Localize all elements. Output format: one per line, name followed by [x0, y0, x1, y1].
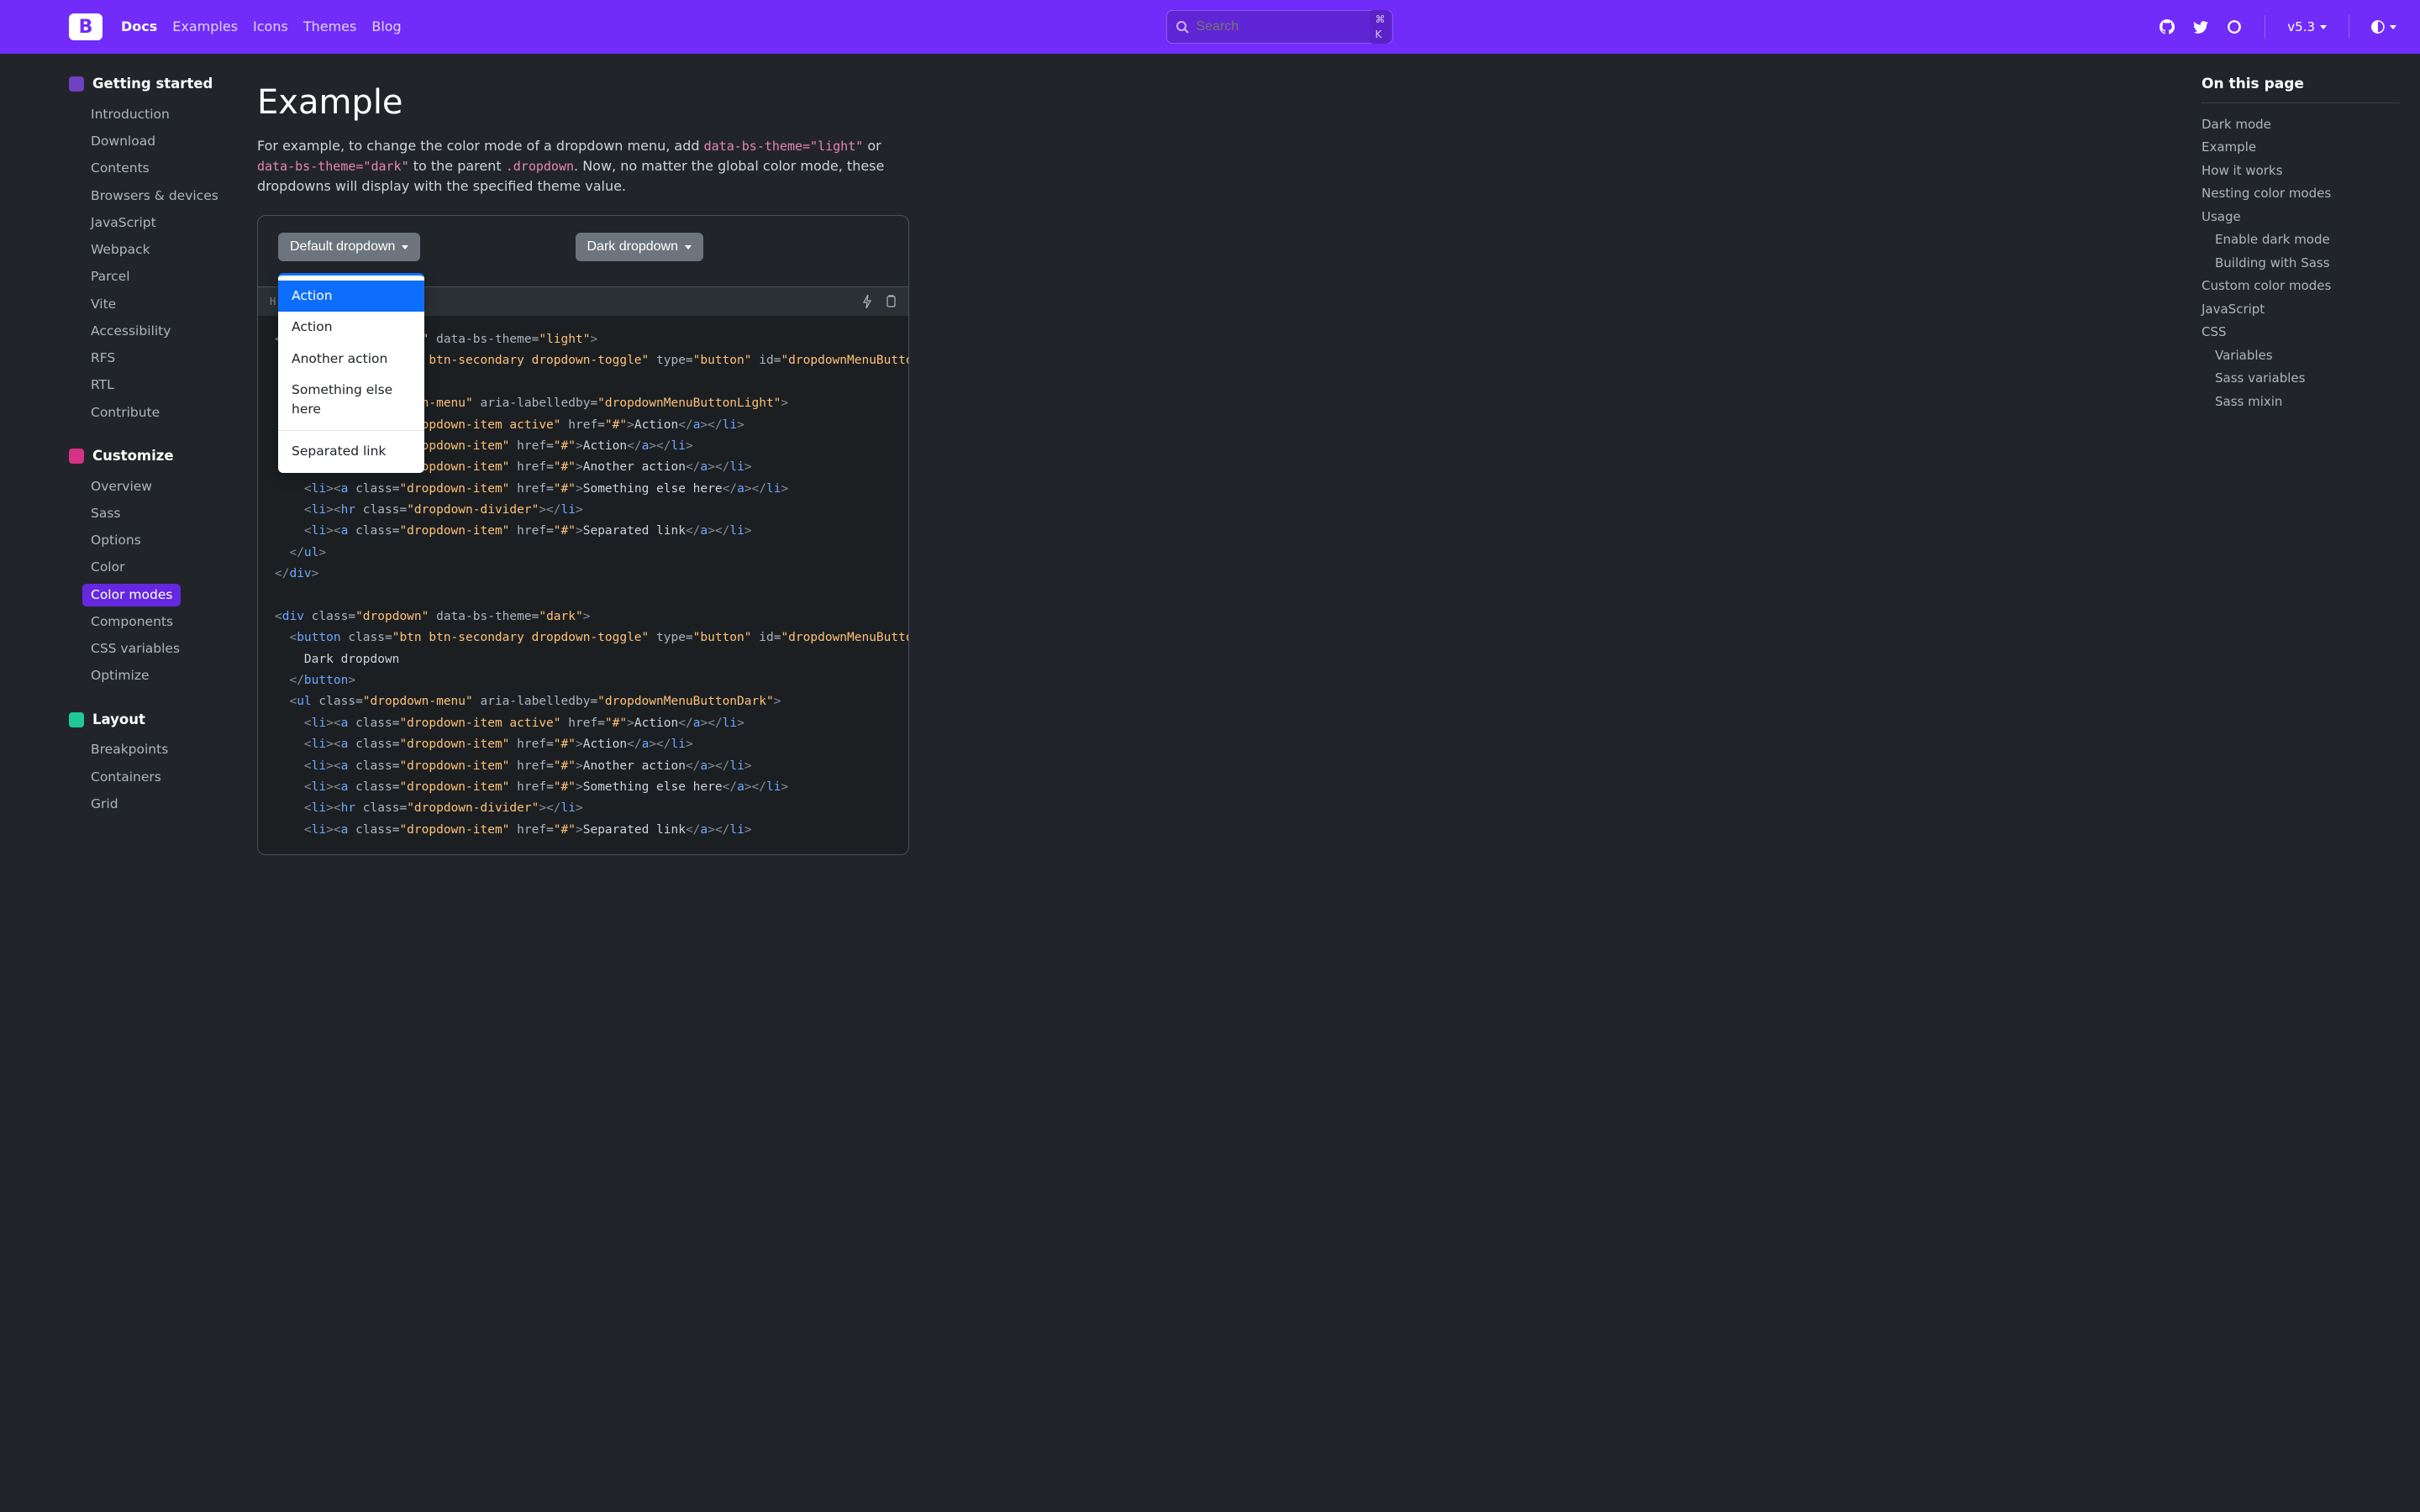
search-icon — [1176, 20, 1189, 34]
lightning-icon[interactable] — [861, 295, 873, 308]
sidebar-item-css-variables[interactable]: CSS variables — [82, 638, 188, 660]
sidebar-item-grid[interactable]: Grid — [82, 793, 127, 816]
toc-link[interactable]: Sass mixin — [2215, 394, 2282, 409]
version-dropdown[interactable]: v5.3 — [2287, 18, 2327, 37]
sidebar-item-color-modes[interactable]: Color modes — [82, 584, 181, 606]
chevron-down-icon — [402, 245, 408, 249]
sidebar-item-vite[interactable]: Vite — [82, 293, 124, 316]
toc-link[interactable]: CSS — [2202, 324, 2227, 339]
section-icon — [69, 449, 84, 464]
section-icon — [69, 712, 84, 727]
example-card: Default dropdown ActionActionAnother act… — [257, 215, 909, 855]
page-title: Example — [257, 77, 909, 128]
toc-link[interactable]: Nesting color modes — [2202, 186, 2331, 201]
toc-link[interactable]: Sass variables — [2215, 370, 2305, 386]
toc-link[interactable]: Dark mode — [2202, 117, 2271, 132]
sidebar-item-accessibility[interactable]: Accessibility — [82, 320, 179, 343]
primary-nav: Docs Examples Icons Themes Blog — [121, 17, 402, 37]
search-box[interactable]: ⌘ K — [1166, 10, 1393, 44]
sidebar-item-download[interactable]: Download — [82, 130, 164, 153]
nav-link-themes[interactable]: Themes — [303, 17, 357, 37]
sidebar-item-webpack[interactable]: Webpack — [82, 239, 159, 261]
dropdown-item[interactable]: Another action — [278, 344, 424, 375]
clipboard-icon[interactable] — [885, 295, 897, 308]
nav-link-icons[interactable]: Icons — [253, 17, 288, 37]
sidebar-item-overview[interactable]: Overview — [82, 475, 160, 498]
top-navbar: B Docs Examples Icons Themes Blog ⌘ K v5.3 — [0, 0, 2420, 54]
chevron-down-icon — [2390, 25, 2396, 29]
toc-link[interactable]: Variables — [2215, 348, 2273, 363]
toc-link[interactable]: Custom color modes — [2202, 278, 2331, 293]
dark-dropdown-button[interactable]: Dark dropdown — [576, 233, 704, 261]
sidebar-heading[interactable]: Getting started — [69, 74, 252, 95]
toc-link[interactable]: Example — [2202, 139, 2256, 155]
toc-link[interactable]: How it works — [2202, 163, 2282, 178]
sidebar-item-introduction[interactable]: Introduction — [82, 103, 178, 126]
inline-code: data-bs-theme="dark" — [257, 159, 409, 174]
half-circle-icon — [2371, 20, 2385, 34]
search-input[interactable] — [1196, 19, 1370, 34]
toc-link[interactable]: JavaScript — [2202, 302, 2265, 317]
sidebar-item-options[interactable]: Options — [82, 529, 150, 552]
code-label: H — [270, 294, 276, 309]
toc-title: On this page — [2202, 74, 2400, 103]
on-this-page: On this page Dark mode Example How it work… — [2202, 54, 2420, 889]
bootstrap-logo[interactable]: B — [69, 13, 103, 40]
github-icon[interactable] — [2159, 18, 2175, 35]
chevron-down-icon — [2320, 25, 2327, 29]
sidebar-item-color[interactable]: Color — [82, 556, 133, 579]
sidebar-item-browsers-devices[interactable]: Browsers & devices — [82, 185, 227, 207]
dropdown-item[interactable]: Something else here — [278, 375, 424, 426]
lead-paragraph: For example, to change the color mode of… — [257, 136, 909, 197]
sidebar-item-rtl[interactable]: RTL — [82, 374, 123, 396]
twitter-icon[interactable] — [2192, 18, 2209, 35]
sidebar-item-javascript[interactable]: JavaScript — [82, 212, 165, 234]
nav-link-docs[interactable]: Docs — [121, 17, 157, 37]
sidebar-heading[interactable]: Layout — [69, 710, 252, 731]
left-sidebar: Getting started Introduction Download Conte… — [0, 54, 252, 889]
sidebar-item-breakpoints[interactable]: Breakpoints — [82, 738, 176, 761]
sidebar-item-contents[interactable]: Contents — [82, 157, 158, 180]
nav-link-blog[interactable]: Blog — [371, 17, 401, 37]
sidebar-heading[interactable]: Customize — [69, 446, 252, 467]
dropdown-item[interactable]: Separated link — [278, 436, 424, 467]
sidebar-item-contribute[interactable]: Contribute — [82, 402, 168, 424]
sidebar-item-containers[interactable]: Containers — [82, 766, 170, 789]
search-shortcut: ⌘ K — [1370, 10, 1390, 44]
sidebar-item-rfs[interactable]: RFS — [82, 347, 124, 370]
dropdown-menu: ActionActionAnother actionSomething else… — [278, 273, 424, 473]
dropdown-item[interactable]: Action — [278, 312, 424, 343]
toc-link[interactable]: Building with Sass — [2215, 255, 2330, 270]
default-dropdown-button[interactable]: Default dropdown — [278, 233, 420, 261]
toc-link[interactable]: Usage — [2202, 209, 2241, 224]
section-icon — [69, 76, 84, 92]
main-content: Example For example, to change the color… — [252, 54, 933, 889]
opencollective-icon[interactable] — [2226, 18, 2243, 35]
inline-code: .dropdown — [506, 159, 574, 174]
sidebar-item-components[interactable]: Components — [82, 611, 182, 633]
sidebar-item-optimize[interactable]: Optimize — [82, 664, 158, 687]
sidebar-item-sass[interactable]: Sass — [82, 502, 129, 525]
toc-link[interactable]: Enable dark mode — [2215, 232, 2330, 247]
example-demo: Default dropdown ActionActionAnother act… — [258, 216, 908, 286]
sidebar-item-parcel[interactable]: Parcel — [82, 265, 139, 288]
theme-toggle[interactable] — [2371, 20, 2396, 34]
nav-link-examples[interactable]: Examples — [172, 17, 238, 37]
header-right: v5.3 — [2159, 15, 2396, 39]
chevron-down-icon — [685, 245, 692, 249]
inline-code: data-bs-theme="light" — [704, 139, 864, 154]
dropdown-item[interactable]: Action — [278, 281, 424, 312]
